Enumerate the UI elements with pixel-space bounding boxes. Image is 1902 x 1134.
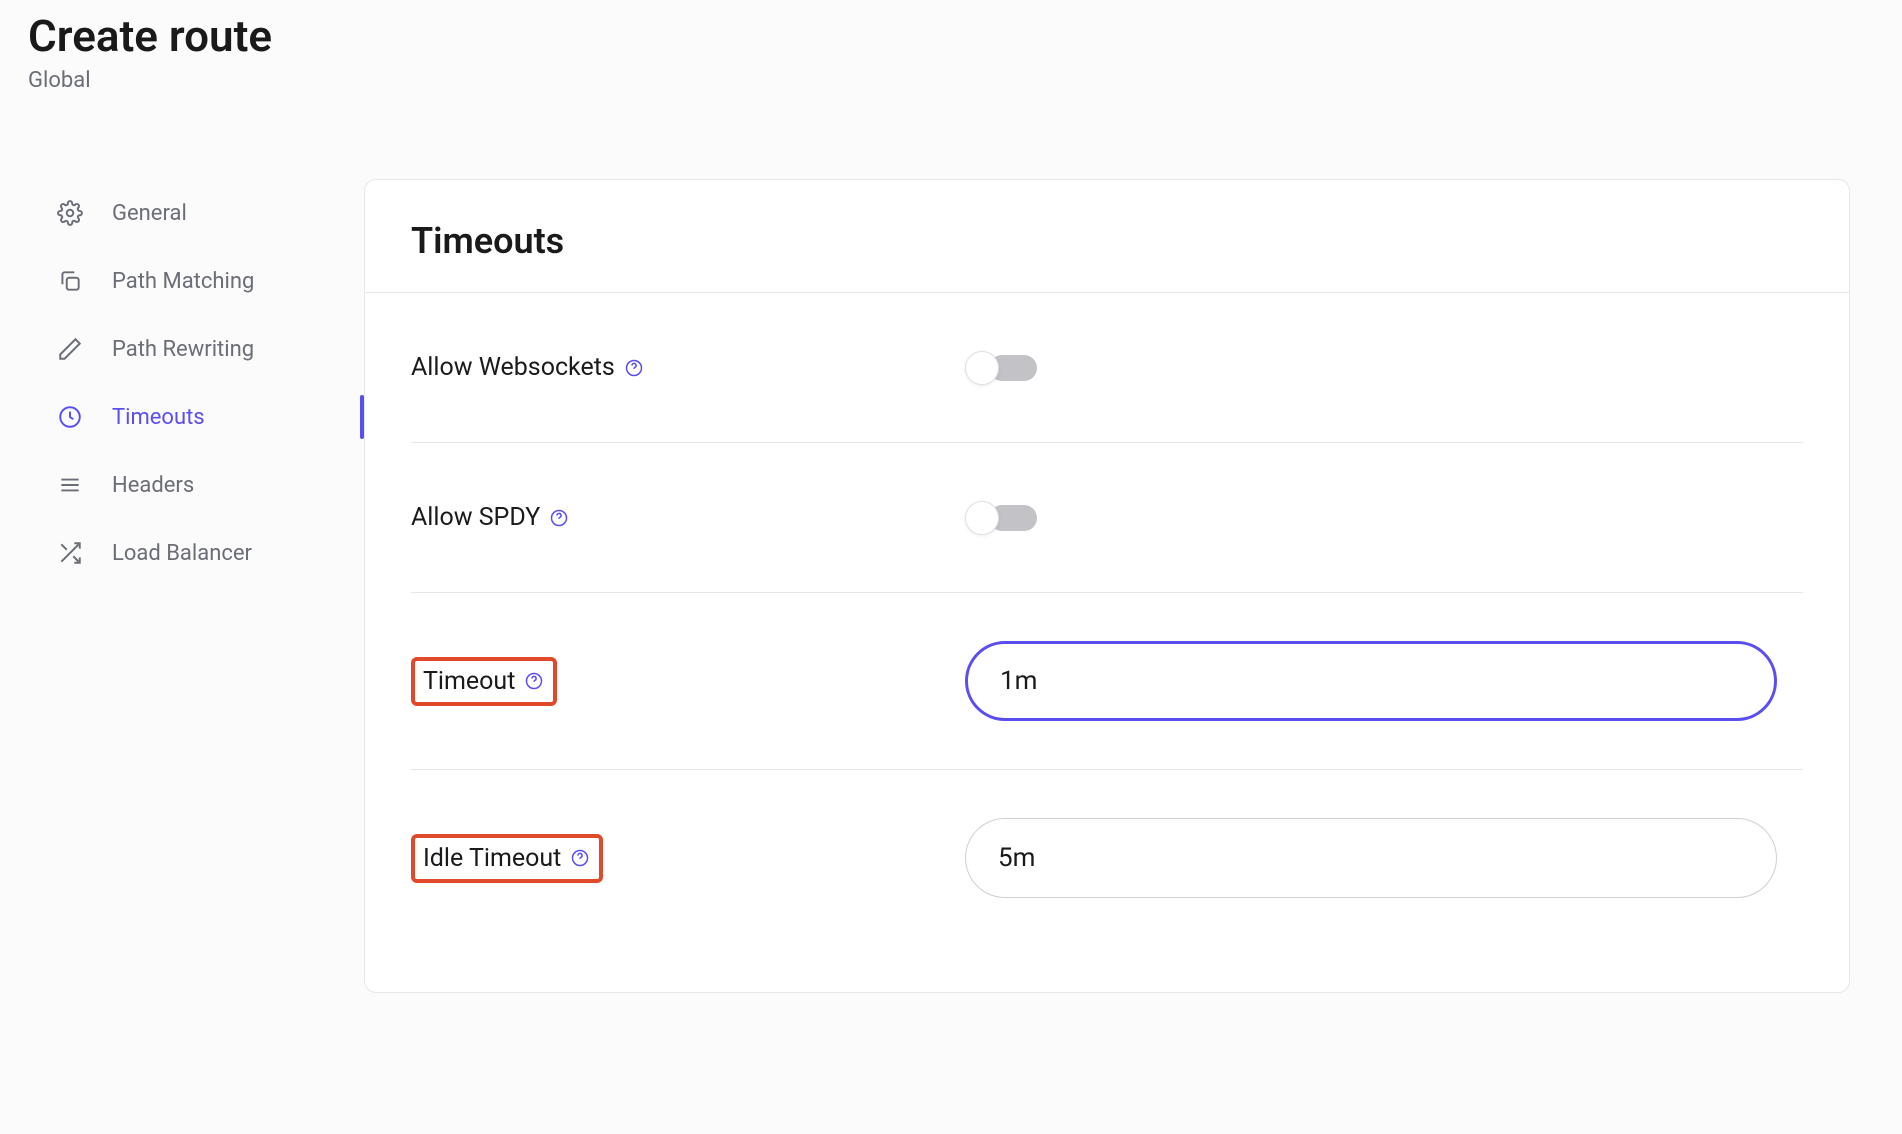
sidebar-item-label: Load Balancer [112,541,252,566]
input-timeout[interactable] [965,641,1777,721]
input-idle-timeout[interactable] [965,818,1777,898]
sidebar-item-timeouts[interactable]: Timeouts [56,383,364,451]
panel-heading: Timeouts [365,180,1849,293]
sidebar-item-load-balancer[interactable]: Load Balancer [56,519,364,587]
help-icon[interactable] [623,357,645,379]
row-allow-websockets: Allow Websockets [411,293,1803,443]
sidebar-item-label: Path Matching [112,269,254,294]
toggle-allow-spdy[interactable] [965,501,1037,535]
toggle-thumb [965,351,999,385]
label-text: Allow Websockets [411,353,615,382]
sidebar-item-headers[interactable]: Headers [56,451,364,519]
row-allow-spdy: Allow SPDY [411,443,1803,593]
help-icon[interactable] [523,670,545,692]
sidebar-item-label: Timeouts [112,405,205,430]
sidebar-item-path-matching[interactable]: Path Matching [56,247,364,315]
row-idle-timeout: Idle Timeout [411,770,1803,946]
toggle-allow-websockets[interactable] [965,351,1037,385]
label-timeout: Timeout [411,657,557,706]
pencil-icon [56,335,84,363]
label-text: Allow SPDY [411,503,540,532]
help-icon[interactable] [569,847,591,869]
lines-icon [56,471,84,499]
shuffle-icon [56,539,84,567]
copy-icon [56,267,84,295]
page-subtitle: Global [28,68,1902,93]
settings-panel: Timeouts Allow Websockets [364,179,1850,993]
sidebar-item-label: General [112,201,187,226]
toggle-thumb [965,501,999,535]
label-text: Idle Timeout [423,844,561,873]
gear-icon [56,199,84,227]
sidebar-item-general[interactable]: General [56,179,364,247]
help-icon[interactable] [548,507,570,529]
sidebar-item-label: Path Rewriting [112,337,254,362]
label-allow-spdy: Allow SPDY [411,503,570,532]
page-title: Create route [28,10,1902,62]
sidebar-item-path-rewriting[interactable]: Path Rewriting [56,315,364,383]
sidebar-item-label: Headers [112,473,194,498]
row-timeout: Timeout [411,593,1803,770]
label-idle-timeout: Idle Timeout [411,834,603,883]
label-allow-websockets: Allow Websockets [411,353,645,382]
label-text: Timeout [423,667,515,696]
sidebar: General Path Matching Path Rewriting Tim… [28,179,364,587]
clock-icon [56,403,84,431]
